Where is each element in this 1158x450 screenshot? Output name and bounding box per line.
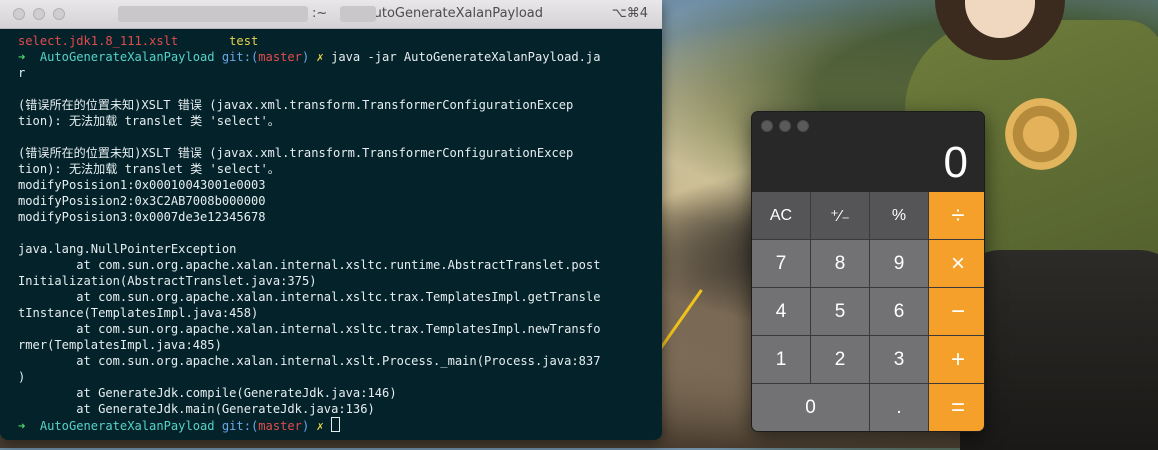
prompt-git-close: ) [301,419,317,433]
terminal-line: modifyPosision3:0x0007de3e12345678 [18,209,662,225]
terminal-text: (错误所在的位置未知)XSLT 错误 (javax.xml.transform.… [18,146,574,160]
add-button[interactable]: + [929,336,984,383]
terminal-line: tInstance(TemplatesImpl.java:458) [18,305,662,321]
terminal-line: select.jdk1.8_111.xslt test [18,33,662,49]
terminal-text: master [258,50,302,64]
minimize-window-button[interactable] [33,8,45,20]
wallpaper-medallion [1005,98,1077,170]
terminal-text: modifyPosision1:0x00010043001e0003 [18,178,266,192]
calculator-display: 0 [943,138,968,187]
calculator-window[interactable]: 0 AC ⁺∕₋% ÷ 7 8 9 × 4 5 6− 1 2 3 +0. = [751,111,985,432]
digit-5-button[interactable]: 5 [811,288,869,335]
terminal-text: git:( [221,50,259,64]
minimize-window-button[interactable] [779,120,791,132]
terminal-line: at com.sun.org.apache.xalan.internal.xsl… [18,321,662,337]
terminal-line: at com.sun.org.apache.xalan.internal.xsl… [18,353,662,369]
calculator-header: 0 [752,112,984,192]
terminal-line: ➜ AutoGenerateXalanPayload git:(master) … [18,49,662,65]
sign-toggle-button[interactable]: ⁺∕₋ [811,192,869,239]
prompt-git-open: git:( [221,419,259,433]
decimal-button[interactable]: . [870,384,928,431]
terminal-line: at com.sun.org.apache.xalan.internal.xsl… [18,257,662,273]
window-shortcut: ⌥⌘4 [611,6,648,21]
text-cursor [331,417,341,432]
terminal-text: at GenerateJdk.compile(GenerateJdk.java:… [18,386,397,400]
calculator-keypad: AC ⁺∕₋% ÷ 7 8 9 × 4 5 6− 1 2 3 +0. = [752,192,984,431]
terminal-text: java -jar AutoGenerateXalanPayload.ja [331,50,601,64]
clear-button[interactable]: AC [752,192,810,239]
digit-2-button[interactable]: 2 [811,336,869,383]
terminal-text: (错误所在的位置未知)XSLT 错误 (javax.xml.transform.… [18,98,574,112]
terminal-text: ➜ [18,50,40,64]
terminal-text: modifyPosision2:0x3C2AB7008b000000 [18,194,266,208]
percent-button[interactable]: % [870,192,928,239]
terminal-text: test [229,34,259,48]
redacted-title-part [118,6,308,22]
terminal-line: modifyPosision1:0x00010043001e0003 [18,177,662,193]
redacted-title-part [340,6,376,22]
terminal-text: rmer(TemplatesImpl.java:485) [18,338,222,352]
zoom-window-button[interactable] [797,120,809,132]
terminal-text: AutoGenerateXalanPayload [39,50,222,64]
terminal-text: ) [301,50,317,64]
terminal-line: (错误所在的位置未知)XSLT 错误 (javax.xml.transform.… [18,97,662,113]
digit-4-button[interactable]: 4 [752,288,810,335]
terminal-line: at GenerateJdk.compile(GenerateJdk.java:… [18,385,662,401]
digit-7-button[interactable]: 7 [752,240,810,287]
multiply-button[interactable]: × [929,240,984,287]
terminal-text: java.lang.NullPointerException [18,242,237,256]
wallpaper-skirt [960,250,1158,450]
terminal-line: at com.sun.org.apache.xalan.internal.xsl… [18,289,662,305]
divide-button[interactable]: ÷ [929,192,984,239]
close-window-button[interactable] [13,8,25,20]
zoom-window-button[interactable] [53,8,65,20]
terminal-titlebar[interactable]: :~ /AutoGenerateXalanPayload ⌥⌘4 [0,0,662,29]
terminal-text: tInstance(TemplatesImpl.java:458) [18,306,259,320]
terminal-text: Initialization(AbstractTranslet.java:375… [18,274,317,288]
terminal-line: Initialization(AbstractTranslet.java:375… [18,273,662,289]
digit-8-button[interactable]: 8 [811,240,869,287]
terminal-text: at com.sun.org.apache.xalan.internal.xsl… [18,354,601,368]
prompt-dirty: ✗ [316,419,332,433]
terminal-line: ) [18,369,662,385]
digit-6-button[interactable]: 6 [870,288,928,335]
terminal-line: modifyPosision2:0x3C2AB7008b000000 [18,193,662,209]
close-window-button[interactable] [761,120,773,132]
terminal-line: r [18,65,662,81]
digit-9-button[interactable]: 9 [870,240,928,287]
prompt-branch: master [258,419,302,433]
subtract-button[interactable]: − [929,288,984,335]
digit-3-button[interactable]: 3 [870,336,928,383]
terminal-output[interactable]: select.jdk1.8_111.xslt test ➜ AutoGenerat… [0,29,662,433]
terminal-text: at GenerateJdk.main(GenerateJdk.java:136… [18,402,375,416]
digit-0-button[interactable]: 0 [752,384,869,431]
equals-button[interactable]: = [929,384,984,431]
digit-1-button[interactable]: 1 [752,336,810,383]
terminal-line: tion): 无法加载 translet 类 'select'。 [18,113,662,129]
prompt-dir: AutoGenerateXalanPayload [39,419,222,433]
terminal-window[interactable]: :~ /AutoGenerateXalanPayload ⌥⌘4 select.… [0,0,662,440]
terminal-line: (错误所在的位置未知)XSLT 错误 (javax.xml.transform.… [18,145,662,161]
terminal-prompt[interactable]: ➜ AutoGenerateXalanPayload git:(master) … [18,417,662,433]
terminal-line: tion): 无法加载 translet 类 'select'。 [18,161,662,177]
terminal-text: at com.sun.org.apache.xalan.internal.xsl… [18,322,601,336]
terminal-text: tion): 无法加载 translet 类 'select'。 [18,162,280,176]
terminal-text: modifyPosision3:0x0007de3e12345678 [18,210,266,224]
terminal-text: ✗ [316,50,332,64]
terminal-text: at com.sun.org.apache.xalan.internal.xsl… [18,258,601,272]
terminal-line: rmer(TemplatesImpl.java:485) [18,337,662,353]
terminal-line: java.lang.NullPointerException [18,241,662,257]
terminal-text: ) [18,370,26,384]
terminal-text: at com.sun.org.apache.xalan.internal.xsl… [18,290,601,304]
terminal-text: select.jdk1.8_111.xslt [18,34,230,48]
terminal-line: at GenerateJdk.main(GenerateJdk.java:136… [18,401,662,417]
prompt-arrow: ➜ [18,419,40,433]
terminal-text: tion): 无法加载 translet 类 'select'。 [18,114,280,128]
terminal-text: r [18,66,26,80]
